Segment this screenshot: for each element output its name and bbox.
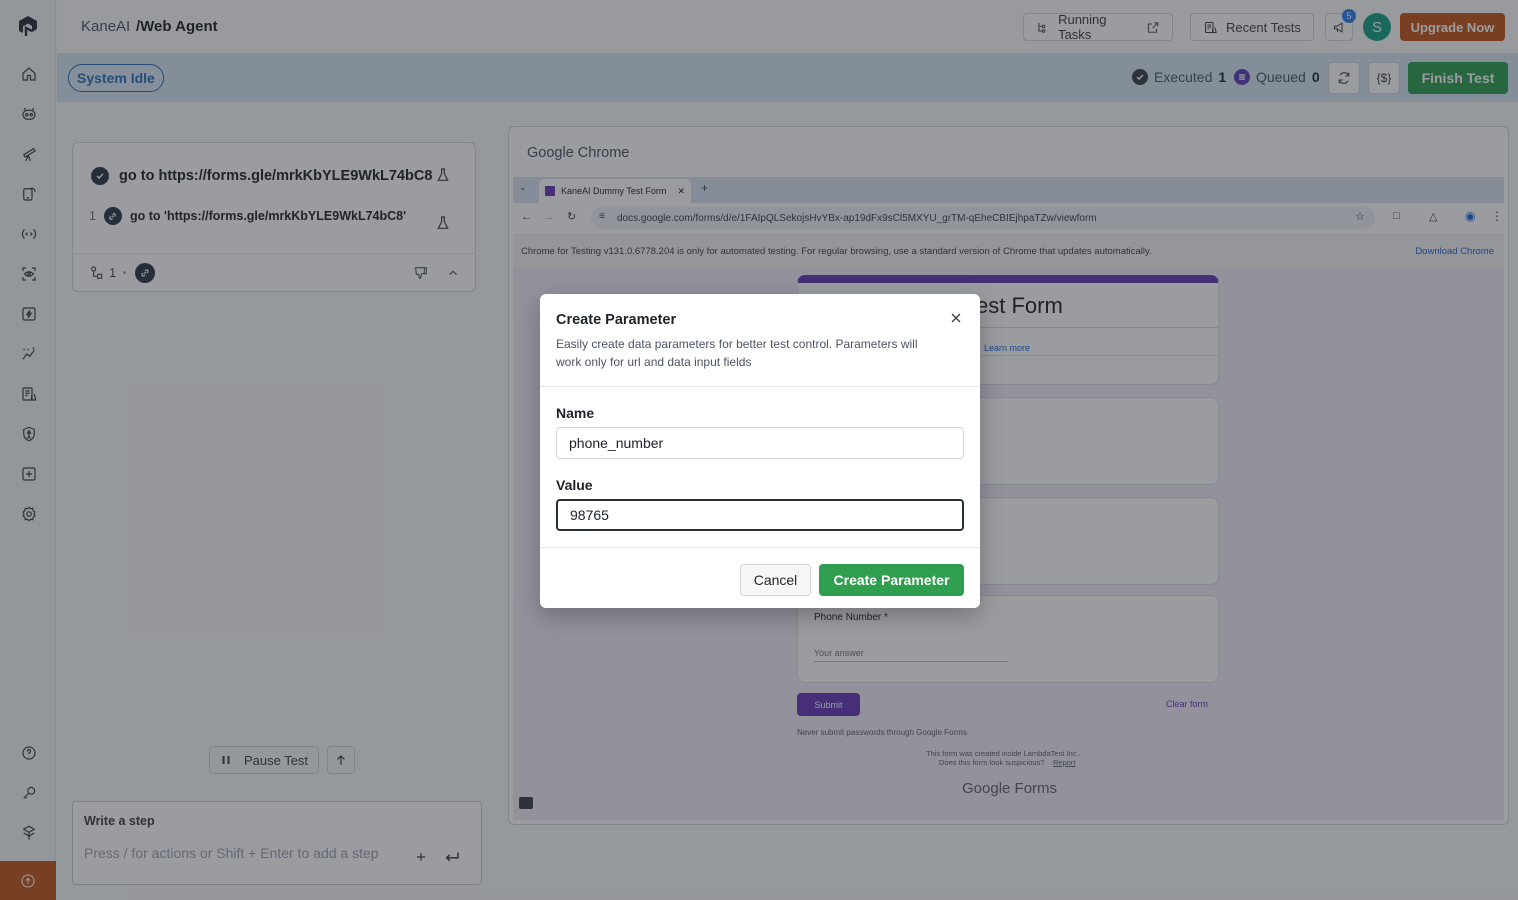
name-label: Name: [556, 405, 595, 421]
divider: [540, 547, 980, 548]
value-label: Value: [556, 477, 593, 493]
app-root: KaneAI /Web Agent Running Tasks Recent T…: [0, 0, 1518, 900]
divider: [540, 386, 980, 387]
dialog-description: Easily create data parameters for better…: [556, 337, 918, 369]
close-icon[interactable]: [948, 310, 964, 326]
parameter-value-input[interactable]: [556, 499, 964, 531]
parameter-name-input[interactable]: [556, 427, 964, 459]
cancel-button[interactable]: Cancel: [740, 564, 811, 596]
create-parameter-button[interactable]: Create Parameter: [819, 564, 964, 596]
dialog-title: Create Parameter: [556, 312, 677, 328]
create-parameter-dialog: Create Parameter Easily create data para…: [540, 294, 980, 608]
